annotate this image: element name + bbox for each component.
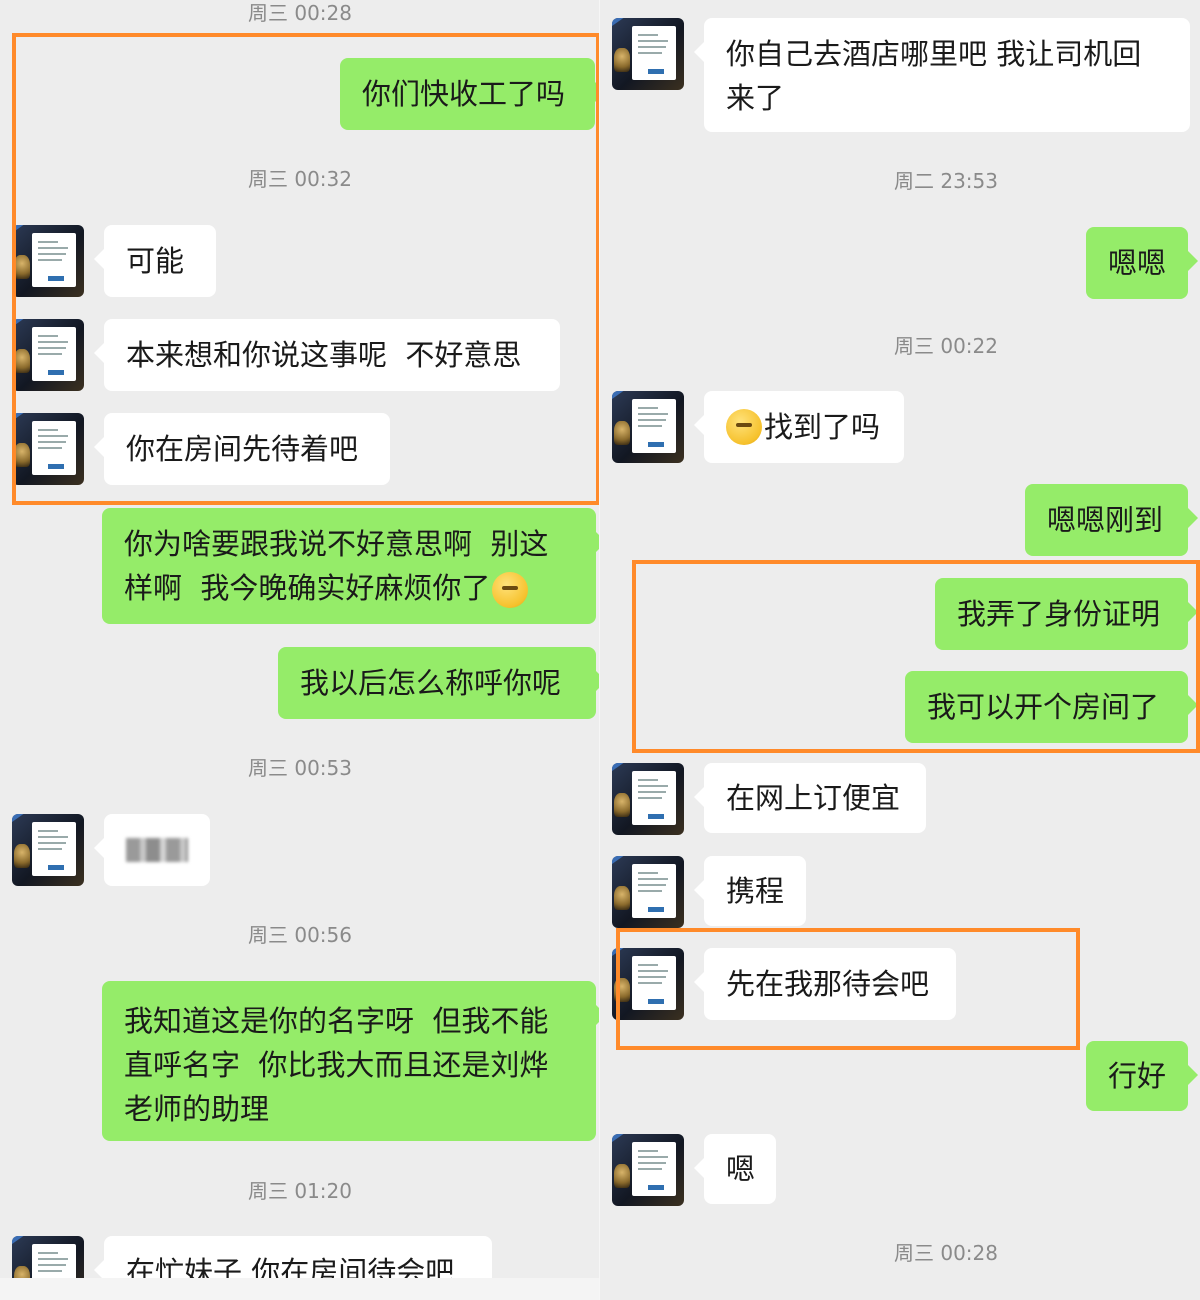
timestamp: 周三 00:28 (894, 1241, 998, 1265)
message-bubble-outgoing[interactable]: 你们快收工了吗 (340, 58, 600, 130)
message-bubble-outgoing[interactable]: 我弄了身份证明 (935, 578, 1198, 650)
message-text: 携程 (726, 874, 785, 908)
message-bubble-incoming[interactable]: 本来想和你说这事呢 不好意思 (94, 319, 560, 391)
contact-avatar-icon[interactable] (612, 391, 684, 463)
contact-avatar-icon[interactable] (612, 1134, 684, 1206)
timestamp: 周三 00:53 (248, 756, 352, 780)
message-text: 我知道这是你的名字呀 但我不能直呼名字 你比我大而且还是刘烨老师的助理 (124, 1004, 549, 1126)
message-text: 你在房间先待着吧 (126, 432, 359, 466)
message-text: 我可以开个房间了 (927, 690, 1160, 724)
message-bubble-outgoing[interactable]: 嗯嗯 (1086, 227, 1198, 299)
chat-panel-right[interactable]: 你自己去酒店哪里吧 我让司机回来了 周二 23:53 嗯嗯 周三 00:22 找… (600, 0, 1200, 1300)
input-bar-edge (0, 1278, 600, 1300)
message-text: 我弄了身份证明 (957, 597, 1161, 631)
message-text: 可能 (126, 244, 185, 278)
message-bubble-outgoing[interactable]: 我可以开个房间了 (905, 671, 1198, 743)
message-text: 本来想和你说这事呢 不好意思 (126, 338, 522, 372)
message-text: 嗯嗯 (1108, 246, 1167, 280)
message-bubble-incoming-redacted[interactable] (94, 814, 210, 886)
message-bubble-incoming[interactable]: 在网上订便宜 (694, 763, 926, 833)
contact-avatar-icon[interactable] (612, 856, 684, 928)
message-bubble-incoming[interactable]: 嗯 (694, 1134, 776, 1204)
contact-avatar-icon[interactable] (612, 18, 684, 90)
message-bubble-incoming[interactable]: 先在我那待会吧 (694, 948, 956, 1020)
contact-avatar-icon[interactable] (12, 319, 84, 391)
timestamp: 周三 00:28 (248, 1, 352, 25)
message-text: 你们快收工了吗 (362, 77, 566, 111)
timestamp: 周三 00:56 (248, 923, 352, 947)
message-text: 嗯嗯刚到 (1047, 503, 1164, 537)
message-bubble-incoming[interactable]: 可能 (94, 225, 216, 297)
message-bubble-outgoing[interactable]: 我以后怎么称呼你呢 (278, 647, 600, 719)
timestamp: 周三 01:20 (248, 1179, 352, 1203)
message-bubble-outgoing[interactable]: 我知道这是你的名字呀 但我不能直呼名字 你比我大而且还是刘烨老师的助理 (102, 981, 600, 1141)
message-bubble-incoming[interactable]: 你在房间先待着吧 (94, 413, 390, 485)
message-bubble-outgoing[interactable]: 你为啥要跟我说不好意思啊 别这样啊 我今晚确实好麻烦你了 (102, 508, 600, 624)
message-bubble-incoming[interactable]: 找到了吗 (694, 391, 904, 463)
contact-avatar-icon[interactable] (12, 814, 84, 886)
message-text: 先在我那待会吧 (726, 967, 930, 1001)
message-bubble-incoming[interactable]: 你自己去酒店哪里吧 我让司机回来了 (694, 18, 1190, 132)
timestamp: 周三 00:32 (248, 167, 352, 191)
message-bubble-outgoing[interactable]: 行好 (1086, 1041, 1198, 1111)
message-text: 你自己去酒店哪里吧 我让司机回来了 (726, 37, 1142, 115)
timestamp: 周三 00:22 (894, 334, 998, 358)
message-text: 你为啥要跟我说不好意思啊 别这样啊 我今晚确实好麻烦你了 (124, 522, 574, 610)
confused-face-emoji-icon (726, 409, 762, 445)
message-text: 我以后怎么称呼你呢 (300, 666, 562, 700)
sad-face-emoji-icon (492, 572, 529, 608)
message-text: 嗯 (726, 1152, 756, 1186)
message-bubble-outgoing[interactable]: 嗯嗯刚到 (1025, 484, 1198, 556)
contact-avatar-icon[interactable] (12, 225, 84, 297)
message-text: 找到了吗 (764, 410, 881, 444)
message-text: 在网上订便宜 (726, 781, 901, 815)
timestamp: 周二 23:53 (894, 169, 998, 193)
redacted-text (126, 838, 188, 862)
contact-avatar-icon[interactable] (612, 763, 684, 835)
message-text: 行好 (1108, 1059, 1167, 1093)
contact-avatar-icon[interactable] (12, 413, 84, 485)
contact-avatar-icon[interactable] (612, 948, 684, 1020)
message-bubble-incoming[interactable]: 携程 (694, 856, 806, 926)
chat-panel-left[interactable]: 周三 00:28 你们快收工了吗 周三 00:32 可能 本来想和你说这事呢 不… (0, 0, 600, 1300)
